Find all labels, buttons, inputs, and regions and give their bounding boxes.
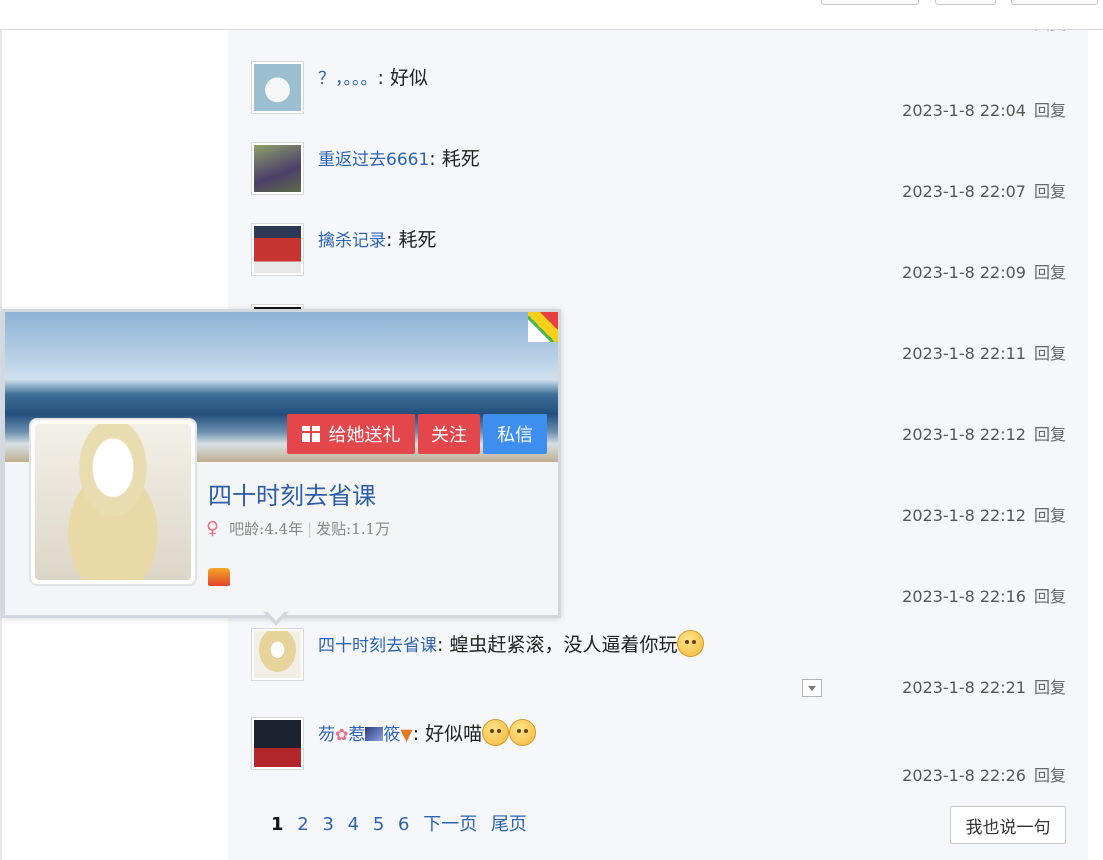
username-part: 惹 — [348, 725, 366, 745]
reply-content: 擒杀记录: 耗死 — [318, 225, 436, 252]
next-page-link[interactable]: 下一页 — [423, 814, 477, 835]
reply-time: 2023-1-8 22:16 — [902, 587, 1026, 606]
card-username[interactable]: 四十时刻去省课 — [208, 476, 376, 511]
toolbar-button[interactable] — [821, 0, 919, 5]
reply-button[interactable]: 回复 — [1034, 678, 1066, 697]
page-link[interactable]: 4 — [348, 814, 359, 835]
toolbar-button[interactable] — [935, 0, 996, 5]
reply-time: 2023-1-8 22:09 — [902, 263, 1026, 282]
reply-meta: 2023-1-8 22:26 回复 — [902, 762, 1066, 786]
reply-meta: 2023-1-8 22:07 回复 — [902, 178, 1066, 202]
reply-time: 2023-1-8 22:11 — [902, 344, 1026, 363]
reply-meta: 2023-1-8 22:12 回复 — [902, 421, 1066, 445]
reply-time: 2023-1-8 22:04 — [902, 101, 1026, 120]
flower-icon: ✿ — [335, 725, 349, 744]
last-page-link[interactable]: 尾页 — [491, 814, 527, 835]
gift-icon — [301, 426, 320, 442]
corner-flag-icon[interactable] — [528, 312, 558, 342]
reply-content: 四十时刻去省课: 蝗虫赶紧滚，没人逼着你玩 — [318, 630, 705, 657]
page-link[interactable]: 2 — [297, 814, 308, 835]
smile-emoji-icon — [482, 719, 510, 746]
reply-time: 2023-1-8 22:12 — [902, 425, 1026, 444]
reply-time: 2023-1-8 22:21 — [902, 678, 1026, 697]
reply-button[interactable]: 回复 — [1034, 344, 1066, 363]
send-gift-label: 给她送礼 — [328, 425, 401, 446]
page-link-current[interactable]: 1 — [271, 814, 284, 835]
reply-content: ？，。。。: 好似 — [318, 63, 428, 90]
reply-item: 擒杀记录: 耗死 2023-1-8 22:09 回复 — [251, 223, 1081, 304]
user-avatar[interactable] — [251, 61, 304, 114]
reply-item: 重返过去6661: 耗死 2023-1-8 22:07 回复 — [251, 142, 1081, 223]
reply-item: 芴✿惹 筱▼: 好似喵 2023-1-8 22:26 回复 — [251, 717, 1081, 798]
toolbar-button[interactable] — [1011, 0, 1098, 5]
top-toolbar — [0, 0, 1103, 30]
member-badge-icon[interactable] — [208, 568, 230, 586]
reply-meta: 2023-1-8 22:11 回复 — [902, 340, 1066, 364]
private-message-button[interactable]: 私信 — [483, 414, 547, 454]
post-count: 发贴:1.1万 — [316, 520, 391, 538]
reply-button[interactable]: 回复 — [1034, 425, 1066, 444]
reply-item: 四十时刻去省课: 蝗虫赶紧滚，没人逼着你玩 2023-1-8 22:21 回复 — [251, 628, 1081, 718]
username-link[interactable]: ？，。。。 — [318, 69, 378, 89]
reply-meta: 2023-1-8 22:16 回复 — [902, 583, 1066, 607]
reply-button[interactable]: 回复 — [1034, 506, 1066, 525]
username-link[interactable]: 四十时刻去省课 — [318, 636, 437, 656]
page-link[interactable]: 5 — [373, 814, 384, 835]
reply-button[interactable]: 回复 — [1034, 101, 1066, 120]
divider: | — [307, 520, 313, 538]
user-avatar[interactable] — [251, 628, 304, 681]
sweat-emoji-icon — [677, 630, 705, 657]
username-link[interactable]: 芴✿惹 筱▼ — [318, 725, 413, 745]
user-avatar[interactable] — [251, 223, 304, 276]
reply-button[interactable]: 回复 — [1034, 263, 1066, 282]
reply-meta: 2023-1-8 22:12 回复 — [902, 502, 1066, 526]
user-card-popup: 给她送礼 关注 私信 四十时刻去省课 ♀ 吧龄:4.4年 | 发贴:1.1万 — [2, 309, 561, 618]
page-link[interactable]: 6 — [398, 814, 409, 835]
follow-button[interactable]: 关注 — [418, 414, 480, 454]
username-link[interactable]: 擒杀记录 — [318, 231, 386, 251]
card-stats: ♀ 吧龄:4.4年 | 发贴:1.1万 — [206, 518, 390, 539]
card-pointer — [263, 610, 289, 626]
username-part: 芴 — [318, 725, 335, 745]
page-link[interactable]: 3 — [322, 814, 333, 835]
reply-text: : 蝗虫赶紧滚，没人逼着你玩 — [437, 634, 678, 656]
reply-content: 芴✿惹 筱▼: 好似喵 — [318, 719, 537, 746]
username-link[interactable]: 重返过去6661 — [318, 150, 429, 170]
reply-text: : 好似 — [377, 67, 428, 89]
reply-button[interactable]: 回复 — [1034, 766, 1066, 785]
laugh-emoji-icon — [509, 719, 537, 746]
user-avatar[interactable] — [251, 142, 304, 195]
user-avatar[interactable] — [251, 717, 304, 770]
username-part: 筱 — [383, 725, 401, 745]
reply-meta: 2023-1-8 22:04 回复 — [902, 97, 1066, 121]
reply-item: ？，。。。: 好似 2023-1-8 22:04 回复 — [251, 61, 1081, 142]
reply-text: : 耗死 — [429, 148, 480, 170]
picture-icon — [365, 727, 384, 741]
reply-content: 重返过去6661: 耗死 — [318, 144, 480, 171]
reply-time: 2023-1-8 22:26 — [902, 766, 1026, 785]
reply-meta: 2023-1-8 22:09 回复 — [902, 259, 1066, 283]
reply-text: : 好似喵 — [412, 723, 483, 745]
reply-button[interactable]: 回复 — [1034, 182, 1066, 201]
send-gift-button[interactable]: 给她送礼 — [287, 414, 415, 454]
reply-meta: 2023-1-8 22:21 回复 — [902, 674, 1066, 698]
collapse-toggle-icon[interactable] — [802, 679, 822, 697]
reply-button[interactable]: 回复 — [1034, 587, 1066, 606]
reply-time: 2023-1-8 22:12 — [902, 506, 1026, 525]
reply-time: 2023-1-8 22:07 — [902, 182, 1026, 201]
user-avatar-large[interactable] — [29, 418, 197, 586]
pagination: 1 2 3 4 5 6 下一页 尾页 — [271, 810, 535, 836]
reply-text: : 耗死 — [386, 229, 437, 251]
say-something-button[interactable]: 我也说一句 — [950, 806, 1066, 844]
fox-icon: ▼ — [400, 725, 413, 744]
bar-age: 吧龄:4.4年 — [229, 520, 304, 538]
female-icon: ♀ — [206, 518, 220, 539]
